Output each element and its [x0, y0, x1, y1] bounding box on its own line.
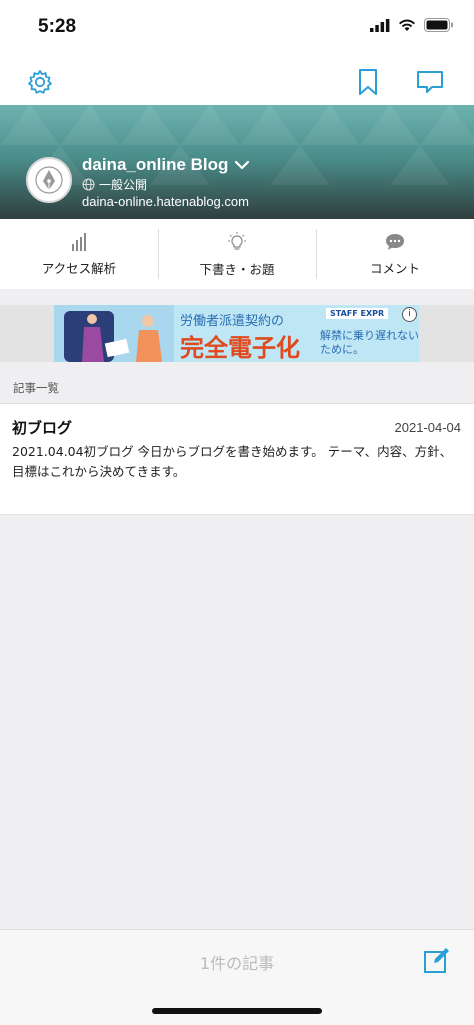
- globe-icon: [82, 178, 95, 191]
- blog-url: daina-online.hatenablog.com: [82, 194, 249, 209]
- access-analysis-label: アクセス解析: [41, 260, 117, 276]
- list-item[interactable]: 初ブログ 2021-04-04 2021.04.04初ブログ 今日からブログを書…: [0, 403, 474, 515]
- wifi-icon: [399, 19, 415, 31]
- status-bar: 5:28: [0, 0, 474, 58]
- blog-header[interactable]: daina_online Blog 一般公開 daina-online.hate…: [0, 105, 474, 219]
- status-time: 5:28: [38, 16, 77, 37]
- article-date: 2021-04-04: [394, 420, 462, 435]
- article-title: 初ブログ: [12, 419, 73, 437]
- blog-avatar: [26, 157, 72, 203]
- drafts-topics-button[interactable]: 下書き・お題: [158, 219, 316, 289]
- lightbulb-icon: [228, 231, 246, 250]
- drafts-topics-label: 下書き・お題: [199, 261, 275, 277]
- comments-label: コメント: [369, 260, 420, 276]
- battery-icon: [424, 18, 453, 32]
- visibility-label: 一般公開: [99, 178, 148, 192]
- ad-main-text: 完全電子化: [180, 334, 300, 362]
- blog-title: daina_online Blog: [82, 155, 229, 174]
- chevron-down-icon: [235, 160, 250, 170]
- blog-title-switcher[interactable]: daina_online Blog: [82, 155, 250, 175]
- article-excerpt: 2021.04.04初ブログ 今日からブログを書き始めます。 テーマ、内容、方針…: [12, 444, 453, 479]
- ad-headline: 労働者派遣契約の: [180, 314, 285, 329]
- signal-icon: [370, 18, 390, 32]
- section-header: 記事一覧: [13, 381, 59, 395]
- post-count: 1件の記事: [199, 954, 275, 973]
- ad-info-icon[interactable]: i: [402, 307, 417, 322]
- pen-nib-icon: [35, 166, 63, 194]
- comments-button[interactable]: コメント: [316, 219, 474, 289]
- bar-chart-icon: [72, 232, 86, 251]
- blog-actions: アクセス解析 下書き・お題 コメント: [0, 219, 474, 289]
- comment-bubble-icon: [386, 233, 404, 250]
- ad-illustration: [54, 305, 174, 362]
- bookmark-icon[interactable]: [352, 66, 384, 98]
- home-indicator: [152, 1008, 322, 1014]
- status-icons: [370, 18, 454, 32]
- top-nav-bar: [0, 58, 474, 105]
- settings-gear-icon[interactable]: [24, 66, 56, 98]
- blog-visibility: 一般公開: [82, 176, 147, 193]
- ad-brand: STAFF EXPR: [326, 308, 389, 319]
- message-icon[interactable]: [414, 66, 446, 98]
- access-analysis-button[interactable]: アクセス解析: [0, 219, 158, 289]
- ad-subtext: 解禁に乗り遅れないために。: [320, 329, 419, 356]
- ad-area: 労働者派遣契約の 完全電子化 解禁に乗り遅れないために。 STAFF EXPR …: [0, 305, 474, 362]
- ad-banner[interactable]: 労働者派遣契約の 完全電子化 解禁に乗り遅れないために。 STAFF EXPR …: [54, 305, 419, 362]
- compose-icon[interactable]: [422, 946, 452, 976]
